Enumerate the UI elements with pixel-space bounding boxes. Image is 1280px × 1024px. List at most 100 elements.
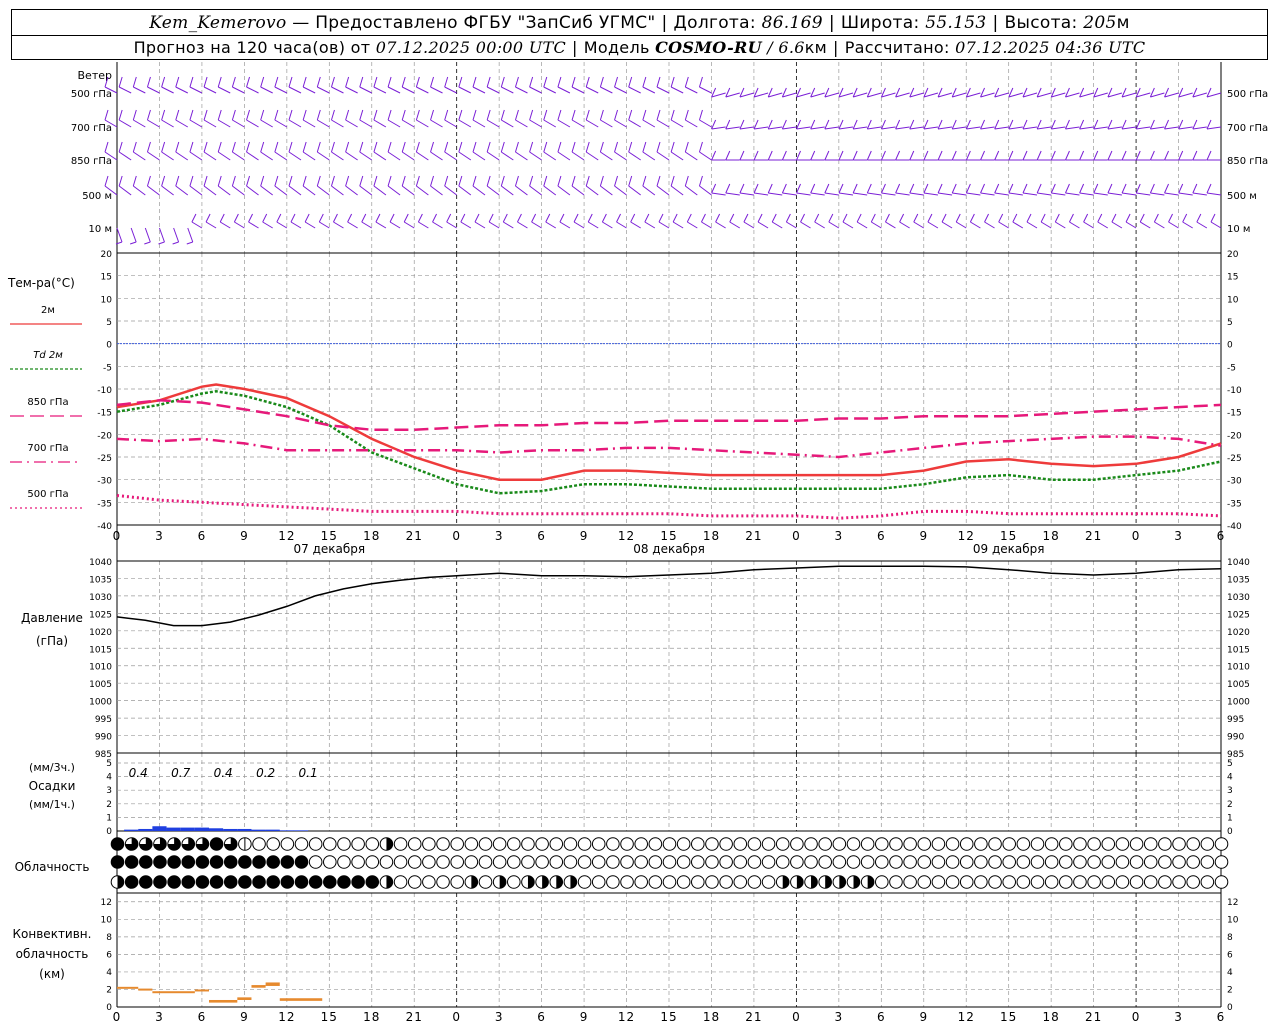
wind-barb-flag — [838, 150, 844, 161]
cloud-outline — [507, 837, 521, 851]
precip-bar — [180, 827, 195, 831]
wind-barb-flag — [217, 109, 222, 121]
wind-barb-flag — [302, 175, 307, 187]
cloud-fill — [570, 875, 577, 889]
conv-unit: (км) — [39, 967, 65, 981]
cloud-cover-circle — [988, 875, 1002, 889]
wind-barb-staff — [980, 192, 995, 196]
wind-barb-flag — [767, 183, 773, 194]
wind-barb-flag — [415, 141, 420, 153]
conv-cloud-bar — [251, 985, 266, 988]
wind-level-label-left: 500 м — [82, 191, 112, 202]
wind-barb-staff — [1178, 192, 1193, 196]
wind-barb-flag — [330, 109, 335, 121]
wind-barb-staff — [994, 126, 1009, 130]
wind-barb-flag — [810, 119, 816, 130]
wind-barb-flag — [585, 109, 590, 121]
wind-barb-staff — [345, 86, 358, 94]
cloud-outline — [521, 855, 535, 869]
time-bottom-tick-label: 15 — [660, 1010, 677, 1024]
cloud-cover-circle — [577, 837, 592, 851]
precip-bar — [209, 828, 224, 831]
wind-barb-staff — [147, 119, 160, 128]
cloud-outline — [875, 855, 889, 869]
temp-ytick-right: -35 — [1227, 499, 1242, 509]
wind-barb-flag — [642, 141, 647, 153]
wind-barb-staff — [800, 221, 811, 229]
cloud-outline — [945, 855, 960, 869]
cloud-cover-circle — [167, 837, 181, 851]
wind-barb-staff — [909, 192, 924, 196]
wind-barb-flag — [389, 213, 395, 223]
cloud-cover-circle — [393, 875, 408, 889]
wind-barb-staff — [571, 151, 585, 161]
cloud-cover-circle — [747, 855, 762, 869]
wind-barb-staff — [458, 119, 472, 128]
wind-barb-staff — [628, 185, 641, 196]
cloud-cover-circle — [719, 837, 733, 851]
time-tick-label: 18 — [703, 529, 720, 543]
wind-barb-staff — [937, 92, 953, 98]
cloud-cover-circle — [832, 875, 847, 889]
wind-barb-staff — [853, 126, 868, 130]
wind-barb-flag — [1093, 119, 1099, 130]
wind-barb-flag — [158, 241, 165, 245]
wind-barb-staff — [824, 92, 839, 98]
cloud-outline — [393, 837, 408, 851]
temp-ytick-left: -25 — [97, 454, 112, 464]
wind-barb-flag — [994, 183, 1000, 194]
wind-barb-flag — [642, 76, 647, 88]
wind-barb-staff — [810, 126, 825, 130]
wind-barb-staff — [909, 126, 924, 130]
cloud-cover-circle — [124, 875, 139, 889]
wind-barb-flag — [529, 76, 534, 88]
wind-barb-flag — [316, 109, 321, 121]
wind-barb-flag — [203, 141, 208, 153]
wind-barb-staff — [1121, 92, 1137, 98]
wind-barb-staff — [1150, 126, 1165, 130]
wind-barb-flag — [203, 109, 208, 121]
precip-bar — [265, 829, 280, 831]
cloud-outline — [818, 855, 832, 869]
cloud-cover-circle — [280, 855, 295, 869]
conv-ytick-left: 10 — [101, 915, 113, 925]
time-bottom-tick-label: 15 — [1000, 1010, 1017, 1024]
wind-barb-flag — [585, 76, 590, 88]
wind-barb-staff — [515, 119, 528, 128]
cloud-cover-circle — [676, 875, 691, 889]
wind-barb-staff — [175, 86, 188, 94]
day-label: 07 декабря — [294, 542, 366, 556]
time-bottom-tick-label: 6 — [537, 1010, 546, 1024]
precip-bar — [166, 827, 181, 831]
cloud-full — [139, 855, 153, 869]
wind-barb-flag — [1065, 183, 1070, 194]
wind-barb-staff — [147, 151, 160, 161]
wind-barb-flag — [828, 213, 834, 223]
cloud-outline — [577, 855, 592, 869]
wind-barb-staff — [1008, 192, 1023, 196]
cloud-cover-circle — [139, 875, 153, 889]
pressure-ytick-right: 1025 — [1227, 610, 1250, 620]
wind-barb-flag — [146, 76, 151, 88]
cloud-cover-circle — [1143, 875, 1158, 889]
wind-barb-staff — [1164, 192, 1179, 196]
wind-barb-flag — [739, 183, 745, 194]
wind-barb-flag — [288, 109, 293, 121]
cloud-cover-circle — [1186, 855, 1200, 869]
cloud-outline — [747, 855, 762, 869]
wind-barb-staff — [1069, 221, 1080, 229]
time-tick-label: 21 — [406, 529, 423, 543]
cloud-full — [167, 855, 181, 869]
cloud-fill — [471, 875, 478, 889]
wind-barb-flag — [458, 175, 463, 187]
wind-barb-flag — [415, 175, 420, 187]
wind-barb-staff — [1122, 192, 1137, 196]
wind-barb-staff — [387, 86, 401, 94]
wind-barb-flag — [486, 76, 491, 88]
wind-barb-staff — [1083, 221, 1094, 229]
wind-barb-staff — [867, 192, 882, 196]
wind-barb-flag — [628, 141, 633, 153]
cloud-cover-circle — [761, 875, 776, 889]
wind-barb-staff — [853, 192, 868, 196]
cloud-outline — [747, 837, 762, 851]
